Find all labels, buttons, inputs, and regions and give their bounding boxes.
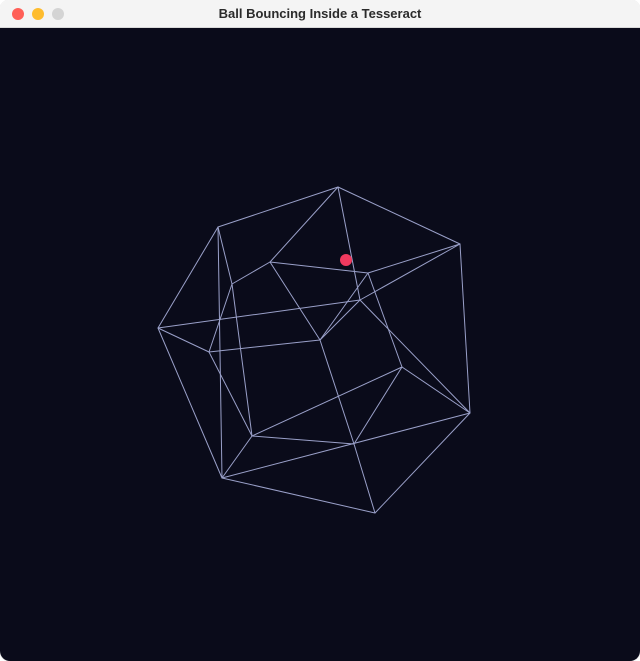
simulation-canvas[interactable] xyxy=(0,28,640,661)
minimize-icon[interactable] xyxy=(32,8,44,20)
titlebar[interactable]: Ball Bouncing Inside a Tesseract xyxy=(0,0,640,28)
close-icon[interactable] xyxy=(12,8,24,20)
tesseract-wireframe xyxy=(0,28,640,661)
maximize-icon[interactable] xyxy=(52,8,64,20)
app-window: Ball Bouncing Inside a Tesseract xyxy=(0,0,640,661)
window-title: Ball Bouncing Inside a Tesseract xyxy=(0,6,640,21)
traffic-lights xyxy=(0,8,64,20)
bouncing-ball xyxy=(340,254,352,266)
